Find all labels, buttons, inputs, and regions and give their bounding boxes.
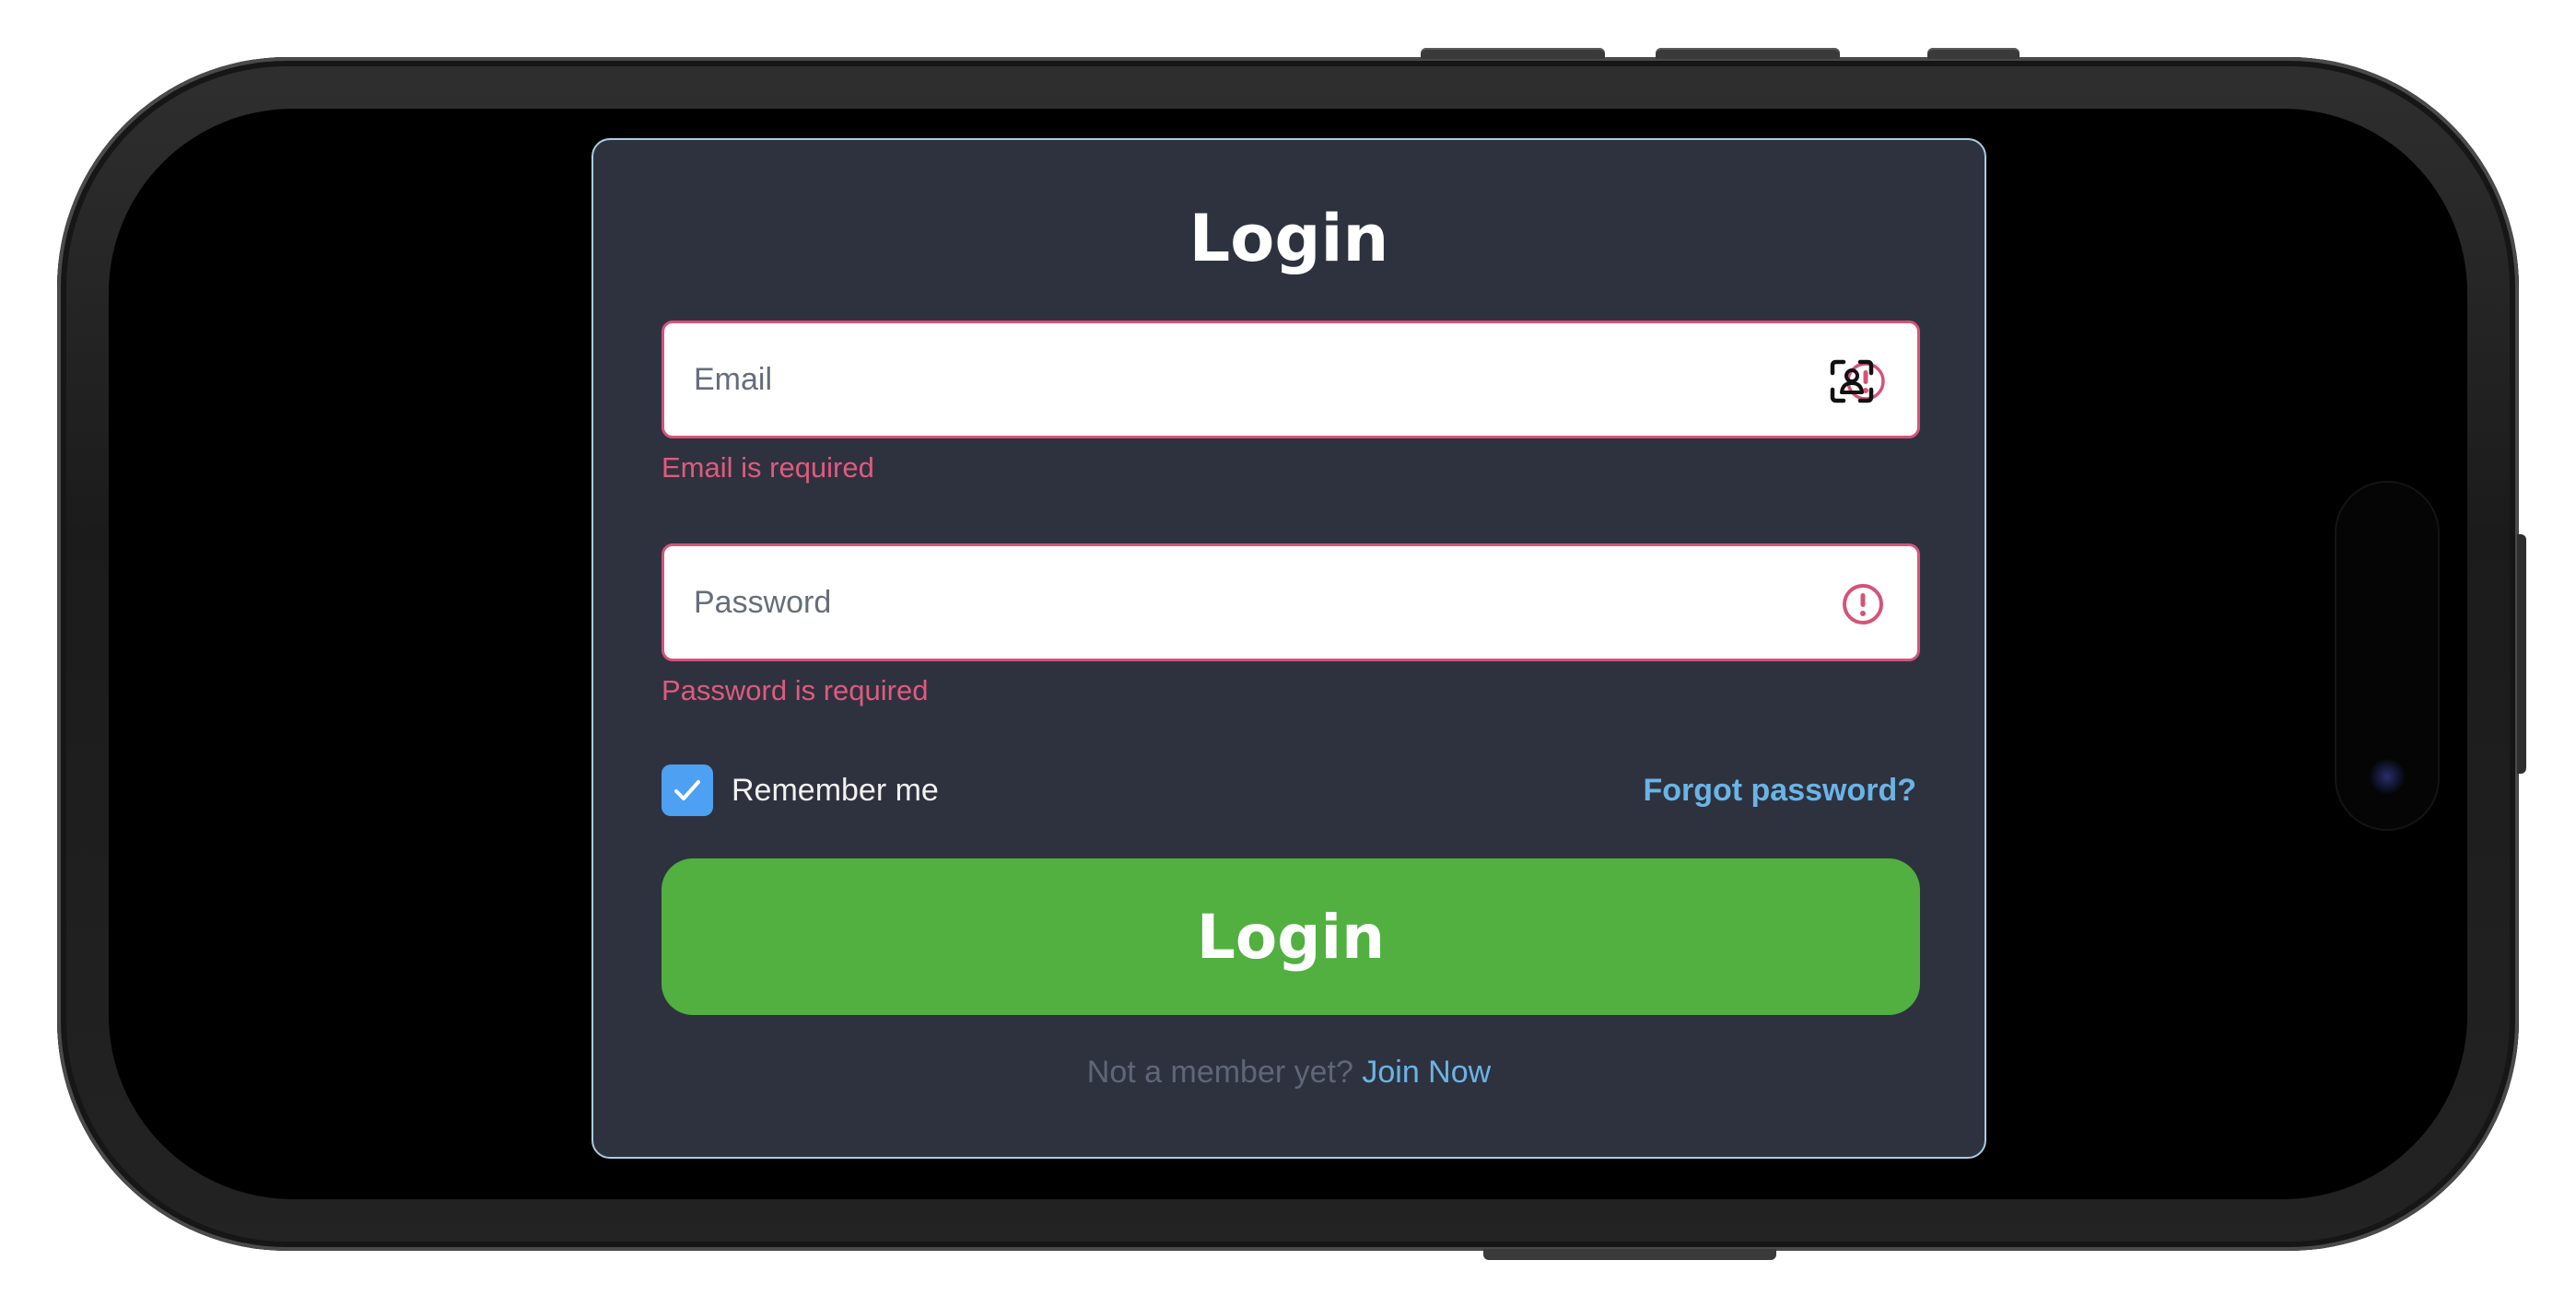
remember-me-label: Remember me [732, 772, 939, 808]
password-input[interactable] [664, 546, 1799, 659]
checkmark-icon [674, 780, 700, 800]
error-circle-icon [1838, 579, 1888, 629]
volume-down-button [1656, 48, 1840, 59]
login-card: Login Email is required [591, 138, 1986, 1159]
signup-prompt: Not a member yet? Join Now [593, 1052, 1985, 1092]
email-input[interactable] [664, 323, 1799, 436]
email-field[interactable] [662, 321, 1920, 438]
autofill-contact-icon[interactable] [1827, 356, 1877, 406]
login-title: Login [1188, 201, 1389, 276]
join-now-link[interactable]: Join Now [1362, 1055, 1491, 1090]
side-button [2517, 534, 2526, 774]
action-button [1927, 48, 2020, 59]
forgot-password-link[interactable]: Forgot password? [1643, 770, 1916, 811]
password-error-message: Password is required [662, 674, 929, 706]
remember-me-checkbox[interactable] [662, 764, 713, 816]
signup-prompt-text: Not a member yet? [1086, 1055, 1353, 1090]
login-button[interactable]: Login [662, 858, 1920, 1015]
password-field[interactable] [662, 543, 1920, 661]
remember-me-toggle[interactable]: Remember me [662, 764, 939, 816]
power-button [1483, 1249, 1776, 1260]
email-error-message: Email is required [662, 451, 874, 484]
camera-lens [2370, 759, 2405, 794]
volume-up-button [1421, 48, 1605, 59]
